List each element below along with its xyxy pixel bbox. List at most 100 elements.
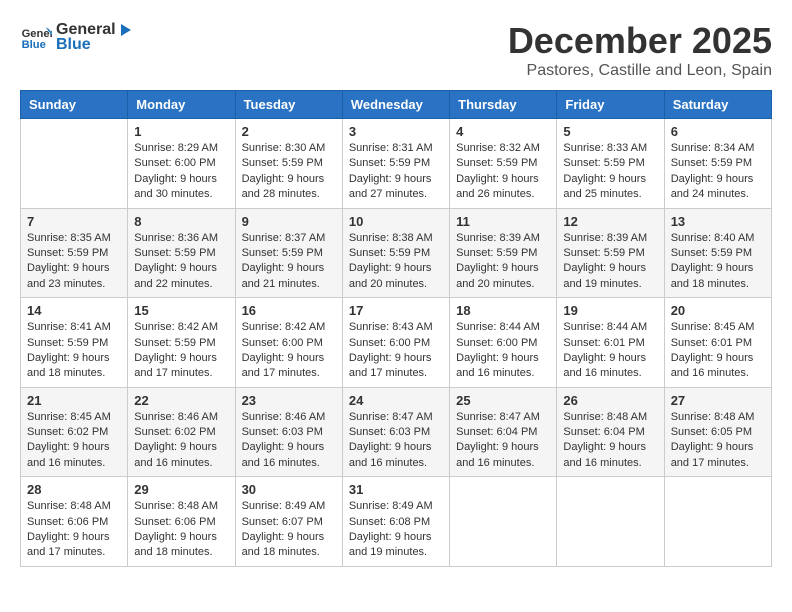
day-info: Sunrise: 8:41 AMSunset: 5:59 PMDaylight:…: [27, 320, 121, 382]
day-info: Sunrise: 8:49 AMSunset: 6:08 PMDaylight:…: [349, 499, 443, 561]
day-number: 25: [456, 393, 550, 408]
day-number: 23: [242, 393, 336, 408]
logo: General Blue General Blue: [20, 20, 136, 54]
day-number: 9: [242, 214, 336, 229]
day-info: Sunrise: 8:44 AMSunset: 6:01 PMDaylight:…: [563, 320, 657, 382]
day-info: Sunrise: 8:39 AMSunset: 5:59 PMDaylight:…: [456, 231, 550, 293]
calendar-cell: 23 Sunrise: 8:46 AMSunset: 6:03 PMDayligh…: [235, 387, 342, 477]
day-info: Sunrise: 8:35 AMSunset: 5:59 PMDaylight:…: [27, 231, 121, 293]
day-number: 29: [134, 482, 228, 497]
calendar-cell: 18 Sunrise: 8:44 AMSunset: 6:00 PMDayligh…: [450, 298, 557, 388]
calendar-cell: 3Sunrise: 8:31 AMSunset: 5:59 PMDaylight…: [342, 119, 449, 209]
subtitle: Pastores, Castille and Leon, Spain: [508, 62, 772, 80]
day-number: 20: [671, 303, 765, 318]
calendar-cell: 30 Sunrise: 8:49 AMSunset: 6:07 PMDayligh…: [235, 477, 342, 567]
calendar-cell: 16Sunrise: 8:42 AMSunset: 6:00 PMDayligh…: [235, 298, 342, 388]
day-info: Sunrise: 8:45 AMSunset: 6:01 PMDaylight:…: [671, 320, 765, 382]
day-info: Sunrise: 8:48 AMSunset: 6:05 PMDaylight:…: [671, 410, 765, 472]
day-number: 24: [349, 393, 443, 408]
day-info: Sunrise: 8:48 AMSunset: 6:04 PMDaylight:…: [563, 410, 657, 472]
calendar-cell: 7 Sunrise: 8:35 AMSunset: 5:59 PMDaylight…: [21, 208, 128, 298]
day-info: Sunrise: 8:46 AMSunset: 6:02 PMDaylight:…: [134, 410, 228, 472]
day-number: 6: [671, 124, 765, 139]
day-number: 18: [456, 303, 550, 318]
calendar-cell: 27Sunrise: 8:48 AMSunset: 6:05 PMDayligh…: [664, 387, 771, 477]
day-info: Sunrise: 8:44 AMSunset: 6:00 PMDaylight:…: [456, 320, 550, 382]
day-info: Sunrise: 8:47 AMSunset: 6:04 PMDaylight:…: [456, 410, 550, 472]
day-number: 19: [563, 303, 657, 318]
calendar-cell: 28 Sunrise: 8:48 AMSunset: 6:06 PMDayligh…: [21, 477, 128, 567]
day-number: 26: [563, 393, 657, 408]
calendar-cell: [664, 477, 771, 567]
calendar-cell: 19 Sunrise: 8:44 AMSunset: 6:01 PMDayligh…: [557, 298, 664, 388]
day-number: 30: [242, 482, 336, 497]
calendar-cell: 12 Sunrise: 8:39 AMSunset: 5:59 PMDayligh…: [557, 208, 664, 298]
svg-text:General: General: [22, 28, 52, 40]
day-header-thursday: Thursday: [450, 91, 557, 119]
calendar-cell: 25 Sunrise: 8:47 AMSunset: 6:04 PMDayligh…: [450, 387, 557, 477]
calendar-cell: 29 Sunrise: 8:48 AMSunset: 6:06 PMDayligh…: [128, 477, 235, 567]
day-header-wednesday: Wednesday: [342, 91, 449, 119]
title-section: December 2025 Pastores, Castille and Leo…: [508, 20, 772, 80]
day-header-saturday: Saturday: [664, 91, 771, 119]
day-info: Sunrise: 8:46 AMSunset: 6:03 PMDaylight:…: [242, 410, 336, 472]
day-number: 28: [27, 482, 121, 497]
day-info: Sunrise: 8:38 AMSunset: 5:59 PMDaylight:…: [349, 231, 443, 293]
day-header-monday: Monday: [128, 91, 235, 119]
day-info: Sunrise: 8:36 AMSunset: 5:59 PMDaylight:…: [134, 231, 228, 293]
day-info: Sunrise: 8:33 AMSunset: 5:59 PMDaylight:…: [563, 141, 657, 203]
calendar-cell: 22 Sunrise: 8:46 AMSunset: 6:02 PMDayligh…: [128, 387, 235, 477]
day-number: 7: [27, 214, 121, 229]
calendar-week-row: 7 Sunrise: 8:35 AMSunset: 5:59 PMDaylight…: [21, 208, 772, 298]
calendar-table: SundayMondayTuesdayWednesdayThursdayFrid…: [20, 90, 772, 567]
day-header-sunday: Sunday: [21, 91, 128, 119]
day-number: 3: [349, 124, 443, 139]
day-info: Sunrise: 8:30 AMSunset: 5:59 PMDaylight:…: [242, 141, 336, 203]
calendar-cell: 21Sunrise: 8:45 AMSunset: 6:02 PMDayligh…: [21, 387, 128, 477]
calendar-week-row: 28 Sunrise: 8:48 AMSunset: 6:06 PMDayligh…: [21, 477, 772, 567]
main-title: December 2025: [508, 20, 772, 62]
day-header-friday: Friday: [557, 91, 664, 119]
day-number: 17: [349, 303, 443, 318]
day-number: 31: [349, 482, 443, 497]
calendar-cell: [450, 477, 557, 567]
calendar-cell: 6 Sunrise: 8:34 AMSunset: 5:59 PMDaylight…: [664, 119, 771, 209]
day-number: 8: [134, 214, 228, 229]
calendar-cell: 14Sunrise: 8:41 AMSunset: 5:59 PMDayligh…: [21, 298, 128, 388]
day-number: 15: [134, 303, 228, 318]
header: General Blue General Blue December 2025 …: [20, 20, 772, 80]
calendar-cell: 15Sunrise: 8:42 AMSunset: 5:59 PMDayligh…: [128, 298, 235, 388]
logo-arrow-icon: [116, 20, 136, 40]
calendar-cell: 17 Sunrise: 8:43 AMSunset: 6:00 PMDayligh…: [342, 298, 449, 388]
calendar-cell: [21, 119, 128, 209]
calendar-week-row: 1Sunrise: 8:29 AMSunset: 6:00 PMDaylight…: [21, 119, 772, 209]
day-number: 4: [456, 124, 550, 139]
calendar-header-row: SundayMondayTuesdayWednesdayThursdayFrid…: [21, 91, 772, 119]
day-number: 12: [563, 214, 657, 229]
day-number: 11: [456, 214, 550, 229]
day-header-tuesday: Tuesday: [235, 91, 342, 119]
day-info: Sunrise: 8:48 AMSunset: 6:06 PMDaylight:…: [27, 499, 121, 561]
day-info: Sunrise: 8:40 AMSunset: 5:59 PMDaylight:…: [671, 231, 765, 293]
calendar-cell: 11 Sunrise: 8:39 AMSunset: 5:59 PMDayligh…: [450, 208, 557, 298]
day-info: Sunrise: 8:37 AMSunset: 5:59 PMDaylight:…: [242, 231, 336, 293]
calendar-cell: 20 Sunrise: 8:45 AMSunset: 6:01 PMDayligh…: [664, 298, 771, 388]
calendar-cell: 1Sunrise: 8:29 AMSunset: 6:00 PMDaylight…: [128, 119, 235, 209]
day-info: Sunrise: 8:43 AMSunset: 6:00 PMDaylight:…: [349, 320, 443, 382]
calendar-week-row: 21Sunrise: 8:45 AMSunset: 6:02 PMDayligh…: [21, 387, 772, 477]
day-number: 1: [134, 124, 228, 139]
day-info: Sunrise: 8:49 AMSunset: 6:07 PMDaylight:…: [242, 499, 336, 561]
calendar-cell: 4Sunrise: 8:32 AMSunset: 5:59 PMDaylight…: [450, 119, 557, 209]
calendar-cell: [557, 477, 664, 567]
day-number: 16: [242, 303, 336, 318]
day-info: Sunrise: 8:39 AMSunset: 5:59 PMDaylight:…: [563, 231, 657, 293]
day-info: Sunrise: 8:34 AMSunset: 5:59 PMDaylight:…: [671, 141, 765, 203]
day-number: 22: [134, 393, 228, 408]
day-info: Sunrise: 8:47 AMSunset: 6:03 PMDaylight:…: [349, 410, 443, 472]
calendar-cell: 8 Sunrise: 8:36 AMSunset: 5:59 PMDaylight…: [128, 208, 235, 298]
day-info: Sunrise: 8:48 AMSunset: 6:06 PMDaylight:…: [134, 499, 228, 561]
day-number: 13: [671, 214, 765, 229]
calendar-cell: 13 Sunrise: 8:40 AMSunset: 5:59 PMDayligh…: [664, 208, 771, 298]
calendar-cell: 10Sunrise: 8:38 AMSunset: 5:59 PMDayligh…: [342, 208, 449, 298]
day-info: Sunrise: 8:45 AMSunset: 6:02 PMDaylight:…: [27, 410, 121, 472]
